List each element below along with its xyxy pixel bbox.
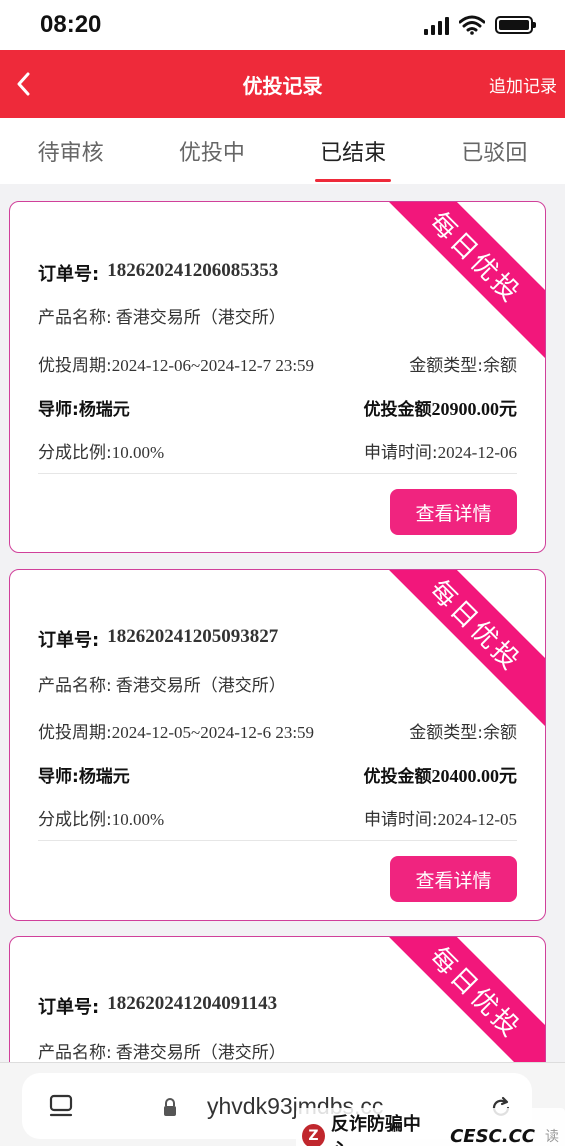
- product-label: 产品名称:: [38, 676, 112, 696]
- tab-finished[interactable]: 已结束: [283, 118, 424, 184]
- tab-in-progress[interactable]: 优投中: [141, 118, 282, 184]
- apply-time-label: 申请时间:: [363, 810, 438, 830]
- tabs-menu-icon[interactable]: [48, 1093, 74, 1119]
- product-name: 香港交易所（港交所）: [115, 308, 286, 328]
- watermark: Z 反诈防骗中心 CESC.CC 读: [296, 1108, 565, 1146]
- view-details-button[interactable]: 查看详情: [390, 489, 517, 535]
- period-value: 2024-12-06~2024-12-7 23:59: [111, 356, 315, 375]
- lock-icon: [164, 1098, 176, 1116]
- amount-label: 优投金额: [363, 400, 432, 420]
- page-title: 优投记录: [242, 73, 323, 98]
- mentor-name: 杨瑞元: [78, 400, 130, 420]
- ratio-value: 10.00%: [111, 810, 165, 829]
- product-label: 产品名称:: [38, 1043, 112, 1063]
- amount-label: 优投金额: [363, 767, 432, 787]
- card-divider: [38, 840, 517, 841]
- watermark-text: 反诈防骗中心: [330, 1114, 421, 1146]
- period-label: 优投周期:: [38, 356, 112, 376]
- status-tabs: 待审核 优投中 已结束 已驳回: [0, 118, 565, 184]
- ratio-value: 10.00%: [111, 443, 165, 462]
- back-button[interactable]: [4, 64, 44, 104]
- cellular-signal-icon: [424, 15, 449, 35]
- period-label: 优投周期:: [38, 723, 112, 743]
- status-bar: 08:20: [0, 0, 565, 50]
- order-number: 182620241205093827: [107, 626, 279, 647]
- amount-type-value: 余额: [483, 356, 517, 376]
- period-value: 2024-12-05~2024-12-6 23:59: [111, 723, 315, 742]
- ratio-label: 分成比例:: [38, 810, 112, 830]
- apply-time-value: 2024-12-05: [437, 810, 517, 829]
- amount-type-value: 余额: [483, 723, 517, 743]
- amount-type-label: 金额类型:: [409, 723, 483, 743]
- tab-rejected[interactable]: 已驳回: [424, 118, 565, 184]
- add-record-button[interactable]: 追加记录: [489, 72, 557, 97]
- product-label: 产品名称:: [38, 308, 112, 328]
- record-card: 每日优投 订单号: 182620241206085353 产品名称: 香港交易所…: [9, 201, 546, 553]
- status-icons: [424, 15, 536, 35]
- order-label: 订单号:: [38, 997, 100, 1018]
- apply-time-value: 2024-12-06: [437, 443, 517, 462]
- watermark-logo-icon: Z: [302, 1124, 325, 1146]
- status-time: 08:20: [40, 11, 102, 38]
- wifi-icon: [459, 15, 485, 35]
- order-label: 订单号:: [38, 630, 100, 651]
- tab-pending[interactable]: 待审核: [0, 118, 141, 184]
- order-number: 182620241204091143: [107, 993, 278, 1014]
- chevron-left-icon: [17, 72, 30, 96]
- apply-time-label: 申请时间:: [363, 443, 438, 463]
- card-divider: [38, 473, 517, 474]
- product-name: 香港交易所（港交所）: [115, 1043, 286, 1063]
- ratio-label: 分成比例:: [38, 443, 112, 463]
- watermark-read: 读: [545, 1129, 559, 1145]
- mentor-name: 杨瑞元: [78, 767, 130, 787]
- product-name: 香港交易所（港交所）: [115, 676, 286, 696]
- battery-icon: [495, 16, 536, 34]
- amount-type-label: 金额类型:: [409, 356, 483, 376]
- amount-value: 20400.00元: [431, 766, 518, 786]
- watermark-site: CESC.CC: [450, 1125, 535, 1146]
- nav-bar: 优投记录 追加记录: [0, 50, 565, 118]
- mentor-label: 导师:: [38, 767, 79, 787]
- view-details-button[interactable]: 查看详情: [390, 856, 517, 902]
- amount-value: 20900.00元: [431, 399, 518, 419]
- order-number: 182620241206085353: [107, 260, 279, 281]
- mentor-label: 导师:: [38, 400, 79, 420]
- order-label: 订单号:: [38, 264, 100, 285]
- record-card: 每日优投 订单号: 182620241205093827 产品名称: 香港交易所…: [9, 569, 546, 921]
